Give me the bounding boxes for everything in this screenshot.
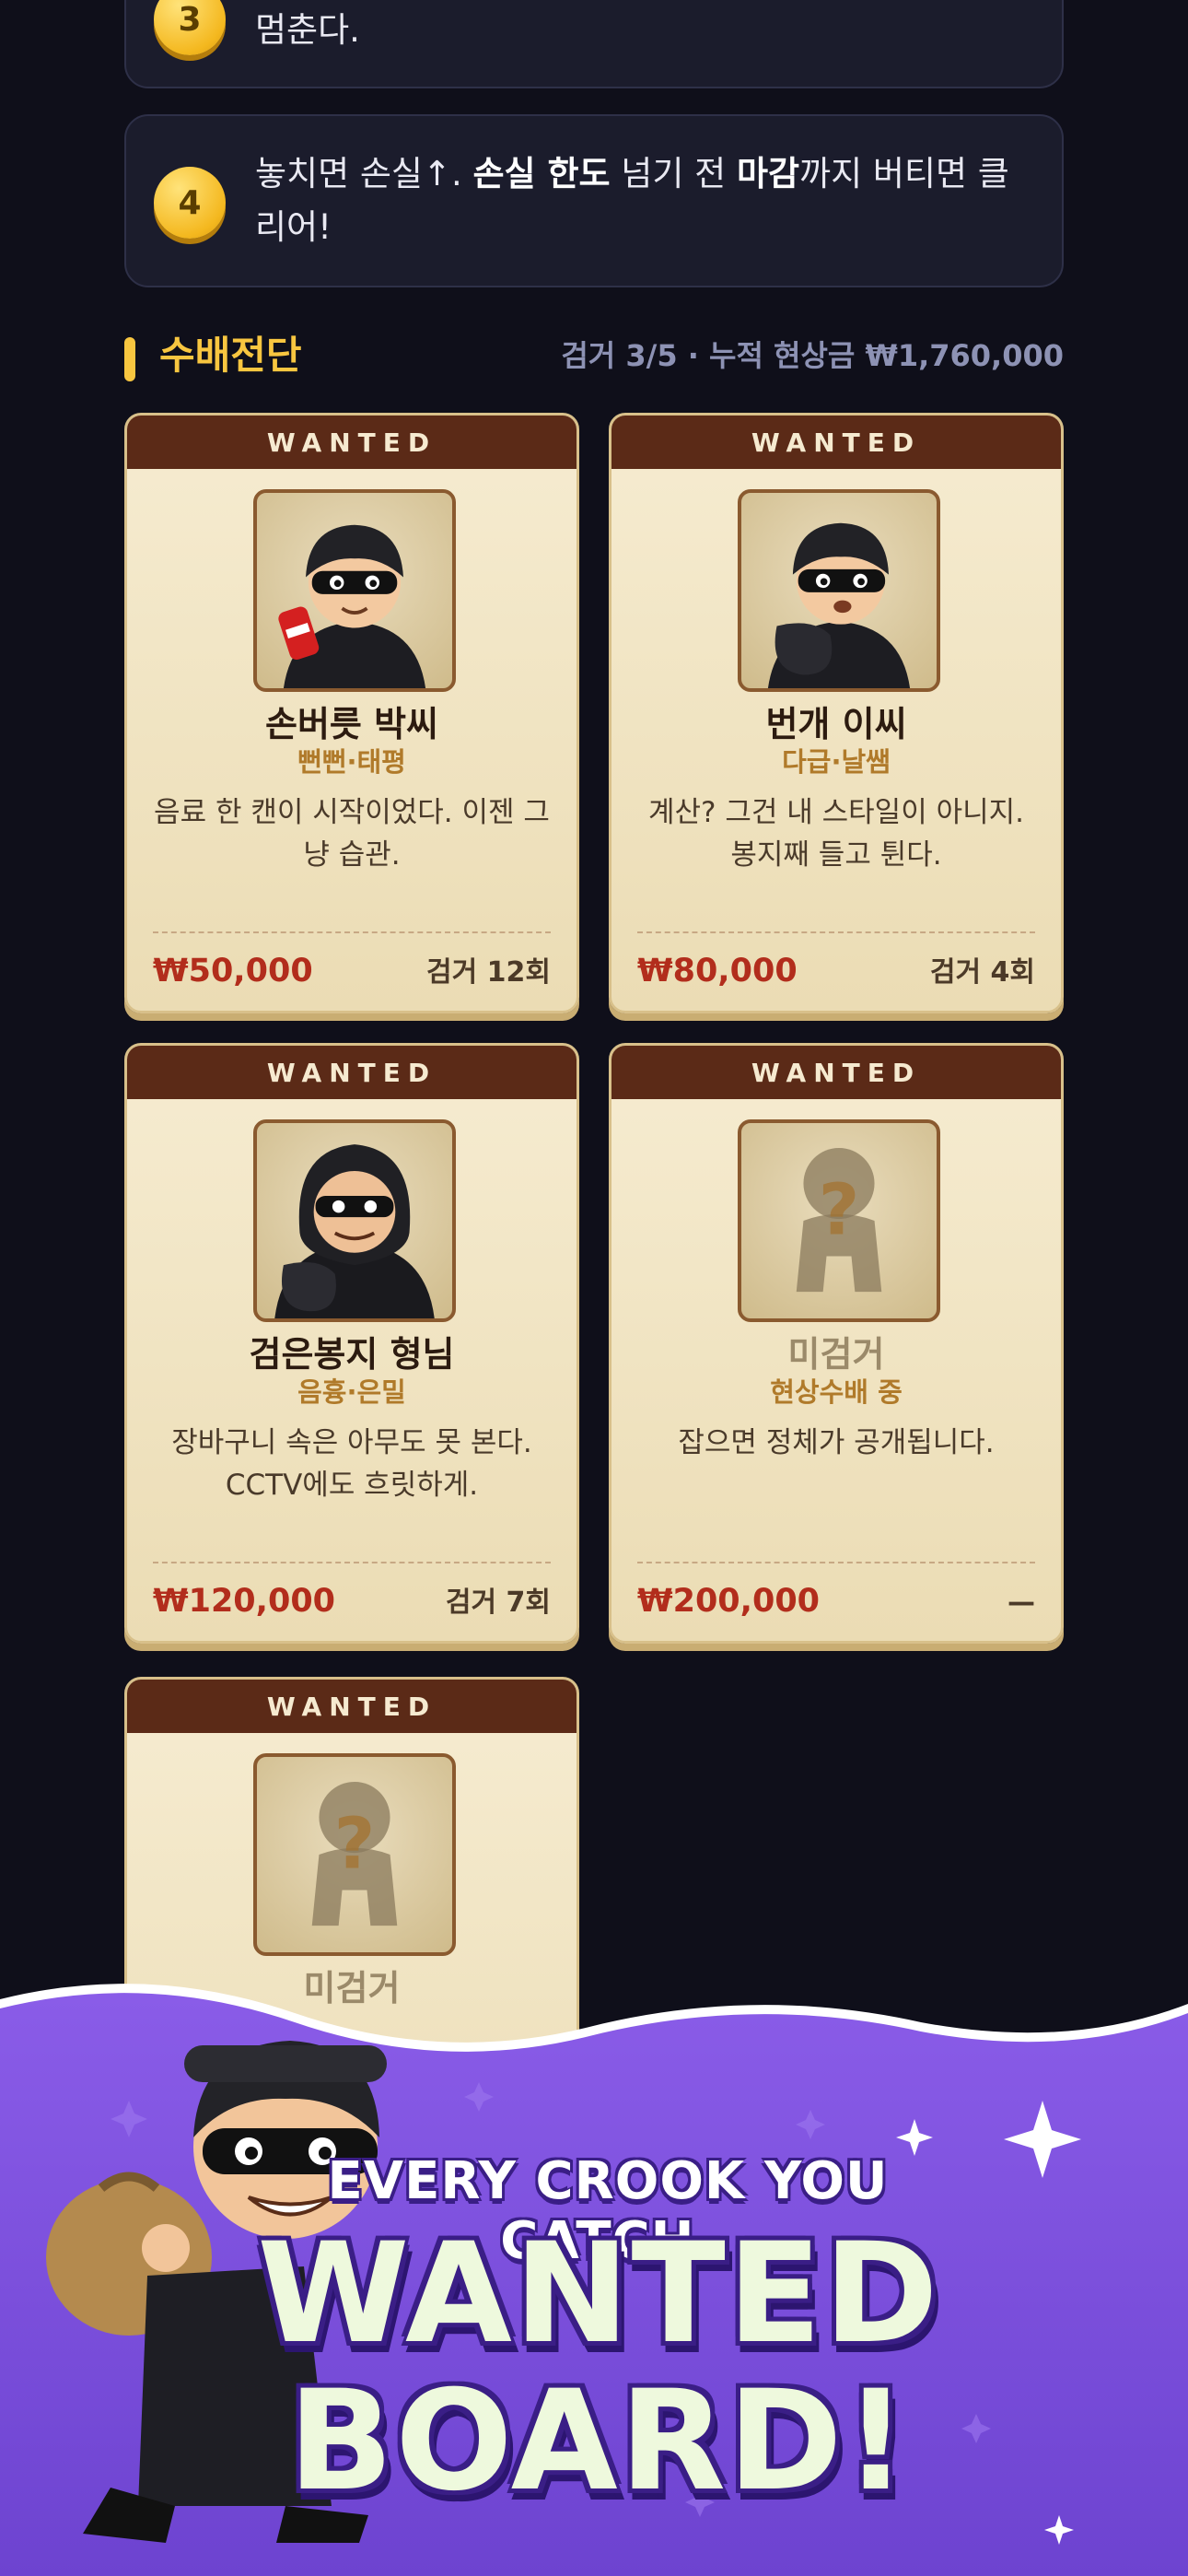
wanted-ribbon: WANTED bbox=[127, 416, 577, 469]
catch-stats: 검거 3/5 · 누적 현상금 ₩1,760,000 bbox=[561, 338, 1064, 373]
banner-title: WANTED BOARD! bbox=[257, 2214, 940, 2522]
card-description: 계산? 그건 내 스타일이 아니지. 봉지째 들고 튄다. bbox=[648, 796, 1024, 872]
thief-hooded-icon bbox=[253, 1119, 456, 1322]
thief-soda-can-icon bbox=[253, 489, 456, 692]
catch-count: 검거 7회 bbox=[445, 1587, 551, 1619]
catch-count: — bbox=[1007, 1587, 1035, 1619]
step-card-3: 3 멈춘다. bbox=[124, 0, 1064, 88]
wanted-ribbon: WANTED bbox=[127, 1046, 577, 1099]
card-description: 음료 한 캔이 시작이었다. 이젠 그냥 습관. bbox=[154, 796, 550, 872]
promo-banner: EVERY CROOK YOU CATCH, WANTED BOARD! bbox=[0, 1972, 1188, 2576]
card-name: 번개 이씨 bbox=[765, 704, 907, 744]
card-name: 검은봉지 형님 bbox=[249, 1334, 455, 1375]
unknown-silhouette-icon: ? bbox=[253, 1753, 456, 1956]
thief-bag-icon bbox=[738, 489, 940, 692]
step-number-badge: 4 bbox=[154, 167, 226, 239]
card-divider bbox=[637, 931, 1035, 933]
card-description: 장바구니 속은 아무도 못 본다. CCTV에도 흐릿하게. bbox=[171, 1426, 532, 1502]
wanted-ribbon: WANTED bbox=[611, 416, 1061, 469]
section-accent-bar bbox=[124, 337, 135, 381]
step-number-badge: 3 bbox=[154, 0, 226, 55]
svg-text:?: ? bbox=[334, 1802, 376, 1885]
wanted-card-locked[interactable]: WANTED ? 미검거 현상수배 중 잡으면 정체가 공개됩니다. ₩200,… bbox=[609, 1043, 1064, 1644]
card-traits: 뻔뻔·태평 bbox=[297, 746, 406, 778]
bounty-amount: ₩80,000 bbox=[637, 953, 798, 989]
wanted-ribbon: WANTED bbox=[611, 1046, 1061, 1099]
card-divider bbox=[153, 931, 551, 933]
unknown-silhouette-icon: ? bbox=[738, 1119, 940, 1322]
step-text: 놓치면 손실↑. 손실 한도 넘기 전 마감까지 버티면 클리어! bbox=[255, 154, 1009, 247]
wanted-card[interactable]: WANTED 검은봉지 형님 음흉·은밀 장바구니 속은 아무도 못 본다. C… bbox=[124, 1043, 579, 1644]
catch-count: 검거 12회 bbox=[426, 956, 551, 989]
bounty-amount: ₩120,000 bbox=[153, 1583, 336, 1620]
card-description: 잡으면 정체가 공개됩니다. bbox=[678, 1426, 995, 1459]
step-text: 멈춘다. bbox=[255, 10, 360, 50]
catch-count: 검거 4회 bbox=[929, 956, 1035, 989]
wanted-card[interactable]: WANTED 번개 이씨 다급·날쌤 계산? 그건 내 스타일이 아니지. 봉지… bbox=[609, 413, 1064, 1013]
card-divider bbox=[637, 1562, 1035, 1563]
svg-text:?: ? bbox=[819, 1168, 860, 1251]
card-traits: 현상수배 중 bbox=[770, 1376, 903, 1408]
section-title: 수배전단 bbox=[159, 333, 302, 378]
bounty-amount: ₩200,000 bbox=[637, 1583, 821, 1620]
wanted-section-header: 수배전단 검거 3/5 · 누적 현상금 ₩1,760,000 bbox=[124, 328, 1064, 383]
card-traits: 다급·날쌤 bbox=[782, 746, 891, 778]
wanted-card[interactable]: WANTED 손버릇 박씨 뻔뻔·태평 음료 한 캔이 시작이었다. 이젠 그냥… bbox=[124, 413, 579, 1013]
card-divider bbox=[153, 1562, 551, 1563]
wanted-ribbon: WANTED bbox=[127, 1680, 577, 1733]
step-card-4: 4 놓치면 손실↑. 손실 한도 넘기 전 마감까지 버티면 클리어! bbox=[124, 114, 1064, 287]
card-traits: 음흉·은밀 bbox=[297, 1376, 406, 1408]
bounty-amount: ₩50,000 bbox=[153, 953, 313, 989]
card-name: 미검거 bbox=[787, 1334, 885, 1375]
card-name: 손버릇 박씨 bbox=[264, 704, 439, 744]
